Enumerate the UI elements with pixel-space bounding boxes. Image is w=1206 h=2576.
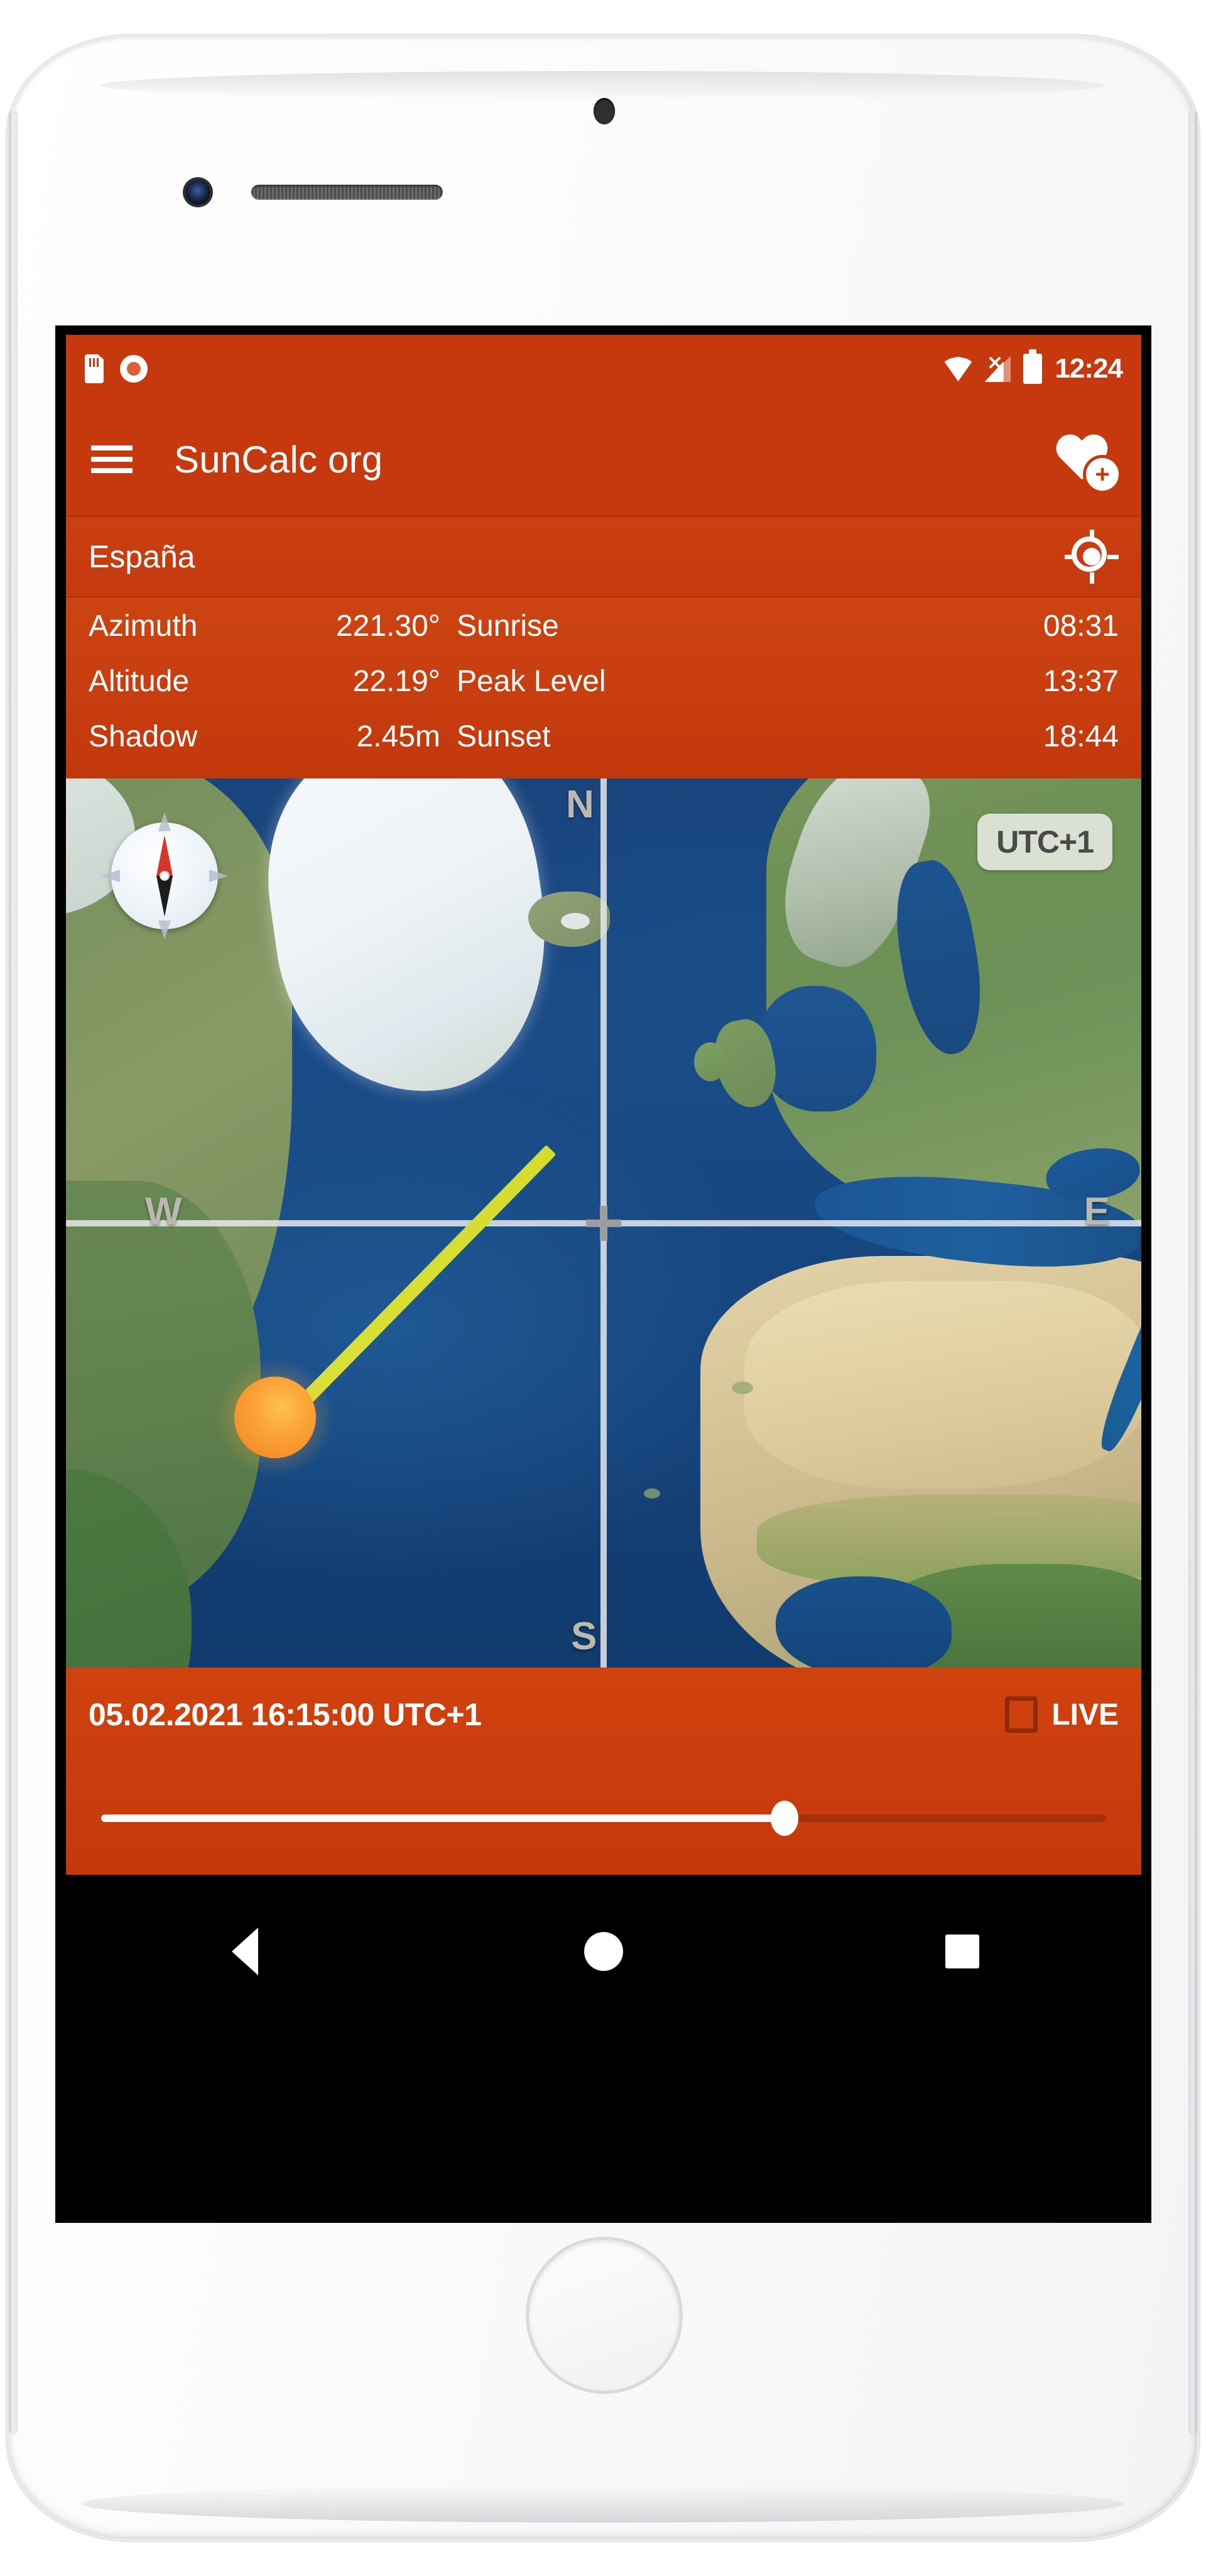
phone-edge-left: [9, 110, 18, 2435]
battery-icon: [1023, 349, 1043, 384]
data-value-altitude: 22.19°: [352, 665, 440, 698]
proximity-sensor-icon: [594, 98, 615, 124]
data-value-azimuth: 221.30°: [335, 609, 440, 643]
home-button[interactable]: [523, 2234, 685, 2396]
home-circle-icon[interactable]: [566, 1914, 641, 1989]
app-bar: SunCalc org +: [66, 403, 1141, 516]
time-slider-thumb[interactable]: [771, 1801, 798, 1836]
live-checkbox[interactable]: [1005, 1696, 1038, 1733]
iceland-glacier: [561, 913, 590, 929]
recents-square-icon[interactable]: [925, 1914, 1000, 1989]
phone-top-shine: [100, 71, 1106, 100]
status-bar-clock: 12:24: [1055, 353, 1123, 384]
data-label-azimuth: Azimuth: [89, 609, 198, 643]
compass-hub: [161, 872, 168, 880]
compass-rose-icon[interactable]: [101, 812, 228, 939]
android-nav-bar: [66, 1875, 1141, 2213]
data-label-altitude: Altitude: [89, 665, 190, 698]
data-row: Shadow 2.45m Sunset 18:44: [89, 719, 1119, 775]
time-slider-fill: [101, 1815, 785, 1822]
sun-core: [234, 1377, 316, 1458]
data-value-sunrise: 08:31: [1043, 609, 1119, 643]
compass-label-south: S: [571, 1615, 597, 1658]
data-label-sunset: Sunset: [457, 720, 551, 753]
landmass-ireland: [694, 1042, 727, 1081]
phone-bottom-shade: [82, 2485, 1124, 2523]
cape-verde-islands: [644, 1488, 660, 1498]
status-bar: ✕ 12:24: [66, 335, 1141, 403]
live-toggle-group[interactable]: LIVE: [1005, 1696, 1119, 1733]
front-camera-icon: [185, 180, 210, 205]
sahara-desert: [744, 1281, 1141, 1488]
compass-label-west: W: [145, 1189, 182, 1233]
live-label: LIVE: [1051, 1698, 1119, 1732]
earpiece-speaker: [251, 185, 443, 200]
compass-needle-south: [156, 876, 173, 917]
location-name: España: [89, 539, 195, 574]
canary-islands: [732, 1382, 753, 1394]
record-icon: [120, 355, 148, 383]
location-bar[interactable]: España: [66, 516, 1141, 596]
sun-data-panel: Azimuth 221.30° Sunrise 08:31 Altitude 2…: [66, 596, 1141, 778]
datetime-display[interactable]: 05.02.2021 16:15:00 UTC+1: [89, 1696, 482, 1733]
back-triangle-icon[interactable]: [207, 1914, 283, 1989]
sd-card-icon: [85, 354, 104, 383]
data-value-sunset: 18:44: [1043, 720, 1119, 753]
data-label-sunrise: Sunrise: [457, 609, 559, 643]
datetime-row: 05.02.2021 16:15:00 UTC+1 LIVE: [66, 1667, 1141, 1762]
no-signal-icon: ✕: [984, 354, 1011, 382]
time-slider-row[interactable]: [66, 1762, 1141, 1875]
time-control-bar: 05.02.2021 16:15:00 UTC+1 LIVE: [66, 1667, 1141, 1875]
status-bar-left-icons: [85, 354, 148, 383]
hamburger-menu-icon[interactable]: [89, 440, 135, 478]
data-label-peak-level: Peak Level: [457, 665, 606, 698]
north-sea: [757, 986, 876, 1111]
timezone-badge[interactable]: UTC+1: [977, 814, 1112, 870]
data-row: Altitude 22.19° Peak Level 13:37: [89, 664, 1119, 719]
plus-badge-icon: +: [1086, 458, 1119, 491]
sun-marker-icon[interactable]: [215, 1358, 335, 1477]
status-bar-right-icons: ✕ 12:24: [944, 349, 1123, 385]
page-title: SunCalc org: [174, 438, 383, 481]
data-value-peak-level: 13:37: [1043, 665, 1119, 698]
compass-label-east: E: [1084, 1189, 1110, 1233]
phone-edge-right: [1188, 110, 1197, 2435]
time-slider-track[interactable]: [101, 1801, 1106, 1836]
compass-needle-north: [156, 835, 173, 876]
data-label-shadow: Shadow: [89, 720, 198, 753]
phone-screen: ✕ 12:24 SunCalc org + España Azimuth 221…: [66, 335, 1141, 2213]
data-value-shadow: 2.45m: [356, 720, 440, 753]
gps-crosshair-icon[interactable]: [1065, 530, 1119, 584]
wifi-icon: [944, 356, 972, 381]
crosshair-center-marker: [586, 1205, 621, 1241]
compass-label-north: N: [566, 783, 594, 826]
data-row: Azimuth 221.30° Sunrise 08:31: [89, 609, 1119, 664]
heart-plus-icon[interactable]: +: [1050, 428, 1119, 491]
satellite-map[interactable]: N S W E UTC+1: [66, 778, 1141, 1667]
